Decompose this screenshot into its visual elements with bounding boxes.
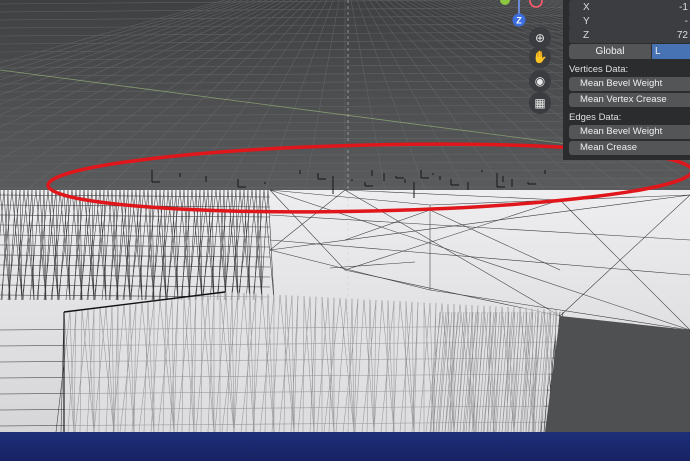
vertex-mean-bevel-weight-field[interactable]: Mean Bevel Weight	[569, 77, 690, 91]
sidebar-panel: X -1 Y - Z 72 Global L Vertices Data: Me…	[563, 0, 690, 160]
transform-x-field[interactable]: X -1	[569, 0, 690, 15]
y-axis-label: Y	[583, 16, 590, 27]
x-value: -1	[679, 2, 688, 13]
gizmo-z-label: Z	[516, 16, 522, 26]
vertices-data-heading: Vertices Data:	[569, 64, 629, 75]
mesh-front-face	[64, 292, 560, 432]
3d-viewport[interactable]: Z ⊕ ✋ ◉ ▦ X -1 Y - Z 72 Global L Vertice…	[0, 0, 690, 432]
local-toggle-button[interactable]: L	[652, 44, 690, 59]
transform-z-field[interactable]: Z 72	[569, 28, 690, 43]
edges-data-heading: Edges Data:	[569, 112, 622, 123]
pan-hand-icon[interactable]: ✋	[529, 46, 551, 68]
monitor-bezel-bottom	[0, 432, 690, 461]
y-value: -	[684, 16, 688, 27]
x-axis-label: X	[583, 2, 590, 13]
background-right-lower	[545, 316, 690, 432]
z-value: 72	[676, 30, 688, 41]
edge-mean-bevel-weight-field[interactable]: Mean Bevel Weight	[569, 125, 690, 139]
mean-vertex-crease-field[interactable]: Mean Vertex Crease	[569, 93, 690, 107]
camera-icon[interactable]: ◉	[529, 70, 551, 92]
grid-view-icon[interactable]: ▦	[529, 92, 551, 114]
z-axis-label: Z	[583, 30, 590, 41]
transform-y-field[interactable]: Y -	[569, 14, 690, 29]
global-toggle-button[interactable]: Global	[569, 44, 651, 59]
mean-crease-field[interactable]: Mean Crease	[569, 141, 690, 155]
